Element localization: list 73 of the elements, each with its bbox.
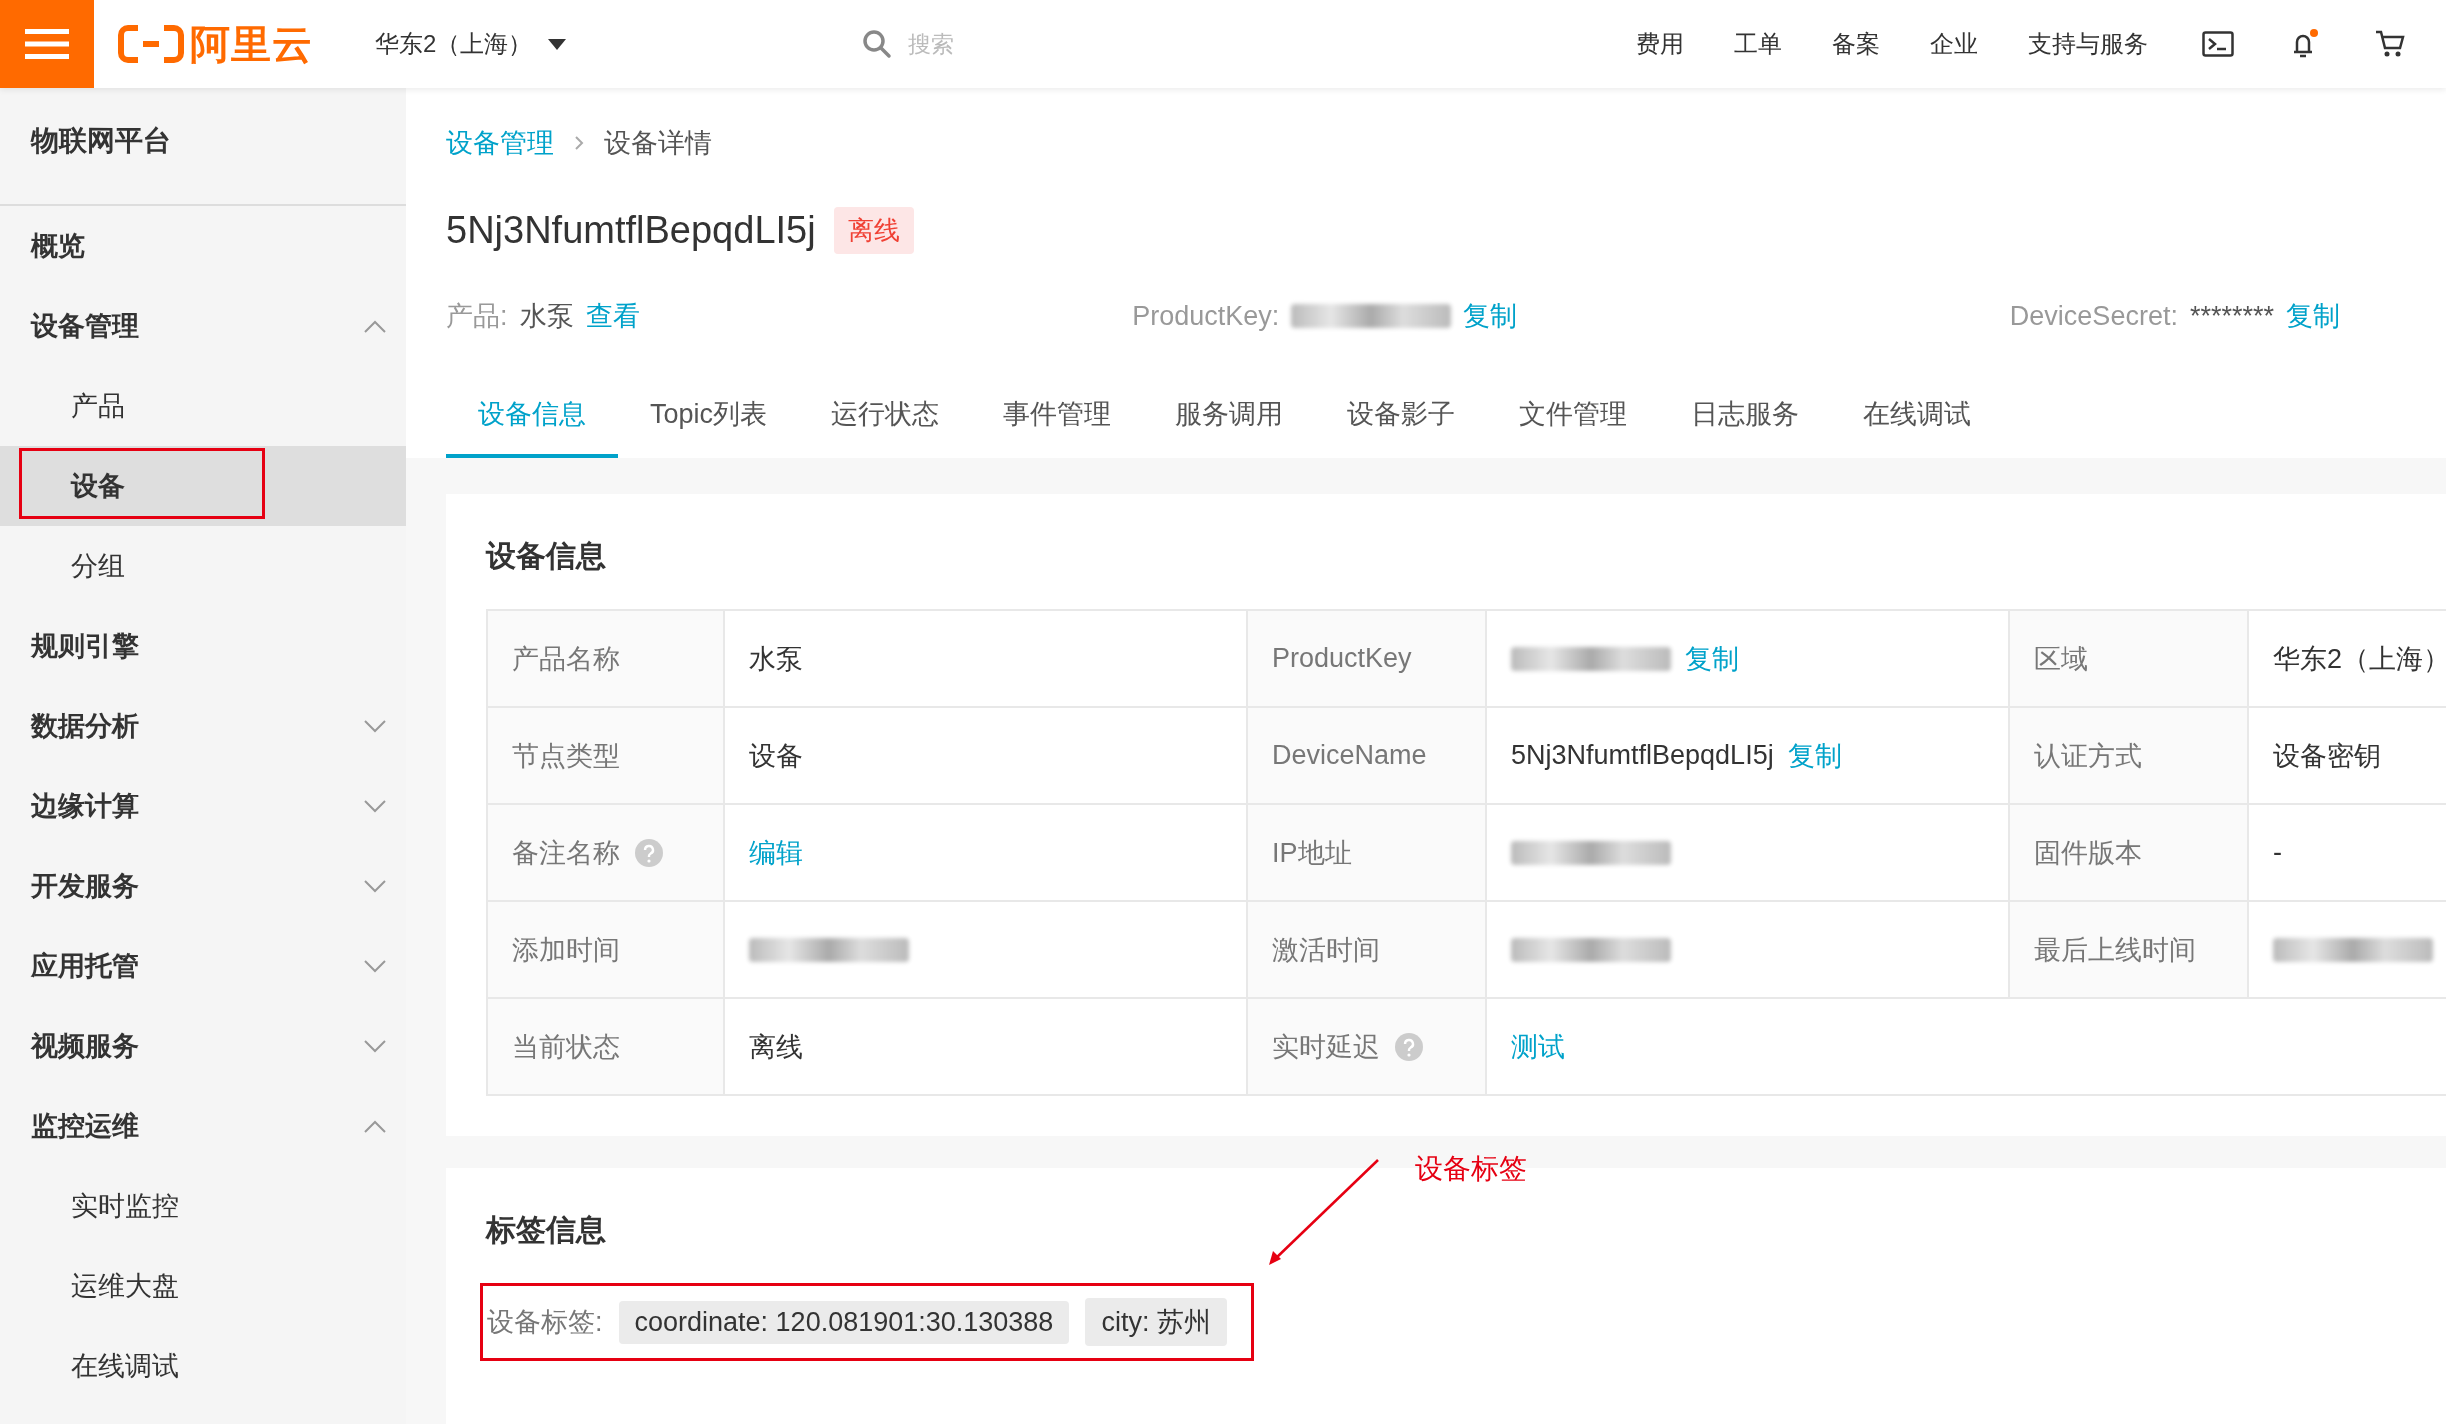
menu-button[interactable] [0,0,94,88]
sidebar-item[interactable]: 开发服务 [0,846,406,926]
field-label: 区域 [2034,642,2088,676]
sidebar-item[interactable]: 在线调试 [0,1326,406,1406]
field-label: 添加时间 [512,933,620,967]
tab[interactable]: 在线调试 [1831,396,2004,458]
card-title: 标签信息 [486,1212,607,1248]
field-value: - [2273,837,2282,868]
nav-link[interactable]: 费用 [1636,28,1684,60]
meta-value: ******** [2189,300,2274,332]
field-value: 华东2（上海） [2273,642,2446,676]
tab[interactable]: 日志服务 [1659,396,1832,458]
field-label: DeviceName [1272,740,1427,771]
card-title: 设备信息 [486,538,607,574]
sidebar-item[interactable]: 设备 [0,446,406,526]
nav-link[interactable]: 企业 [1930,28,1978,60]
tab[interactable]: 运行状态 [799,396,972,458]
field-label: 最后上线时间 [2034,933,2196,967]
sidebar-item[interactable]: 分组 [0,526,406,606]
field-value: 水泵 [749,642,803,676]
field-label: 当前状态 [512,1030,620,1064]
field-value: 离线 [749,1030,803,1064]
annotation-label: 设备标签 [1415,1152,1527,1186]
tab[interactable]: 设备影子 [1315,396,1488,458]
sidebar-title: 物联网平台 [0,88,406,206]
field-label: 激活时间 [1272,933,1380,967]
tag: city: 苏州 [1085,1298,1227,1346]
meta-label: DeviceSecret: [2009,300,2178,332]
tab[interactable]: Topic列表 [618,396,800,458]
sidebar-item[interactable]: 规则引擎 [0,606,406,686]
field-value: 设备密钥 [2273,739,2381,773]
logo-icon [118,24,184,64]
chevron-icon [574,135,584,151]
search-icon [862,29,893,59]
terminal-icon[interactable] [2202,31,2234,57]
breadcrumb-current: 设备详情 [604,127,712,160]
tags-label: 设备标签: [487,1306,603,1339]
field-label: 固件版本 [2034,836,2142,870]
field-label: 节点类型 [512,739,620,773]
sidebar-item[interactable]: 应用托管 [0,926,406,1006]
meta-value: 水泵 [519,300,574,333]
tag: coordinate: 120.081901:30.130388 [618,1300,1070,1344]
sidebar-item[interactable]: 视频服务 [0,1006,406,1086]
caret-icon [548,38,567,50]
tab[interactable]: 文件管理 [1487,396,1660,458]
field-label: 实时延迟 [1272,1030,1380,1064]
sidebar-item[interactable]: 边缘计算 [0,766,406,846]
field-label: IP地址 [1272,836,1352,870]
sidebar-item[interactable]: 概览 [0,206,406,286]
field-label: 认证方式 [2034,739,2142,773]
sidebar-item[interactable]: 监控运维 [0,1086,406,1166]
tab[interactable]: 事件管理 [971,396,1144,458]
tab[interactable]: 服务调用 [1143,396,1316,458]
field-label: 备注名称 [512,836,620,870]
sidebar-item[interactable]: 实时监控 [0,1166,406,1246]
region-dropdown[interactable]: 华东2（上海） [369,24,573,64]
field-value: 设备 [749,739,803,773]
field-label: ProductKey [1272,643,1412,674]
menu-icon [25,27,69,61]
sidebar-item[interactable]: 产品 [0,366,406,446]
meta-label: 产品: [446,300,508,333]
nav-link[interactable]: 备案 [1832,28,1880,60]
status-badge: 离线 [833,207,914,254]
nav-link[interactable]: 工单 [1734,28,1782,60]
nav-link[interactable]: 支持与服务 [2028,28,2148,60]
sidebar-item[interactable]: 设备管理 [0,286,406,366]
field-label: 产品名称 [512,642,620,676]
device-title: 5Nj3NfumtflBepqdLI5j [446,209,816,252]
field-value: 5Nj3NfumtflBepqdLI5j [1511,740,1774,771]
sidebar-item[interactable]: 运维大盘 [0,1246,406,1326]
sidebar-item[interactable]: 数据分析 [0,686,406,766]
meta-label: ProductKey: [1132,300,1280,332]
search-field[interactable]: 搜索 [906,29,1211,59]
